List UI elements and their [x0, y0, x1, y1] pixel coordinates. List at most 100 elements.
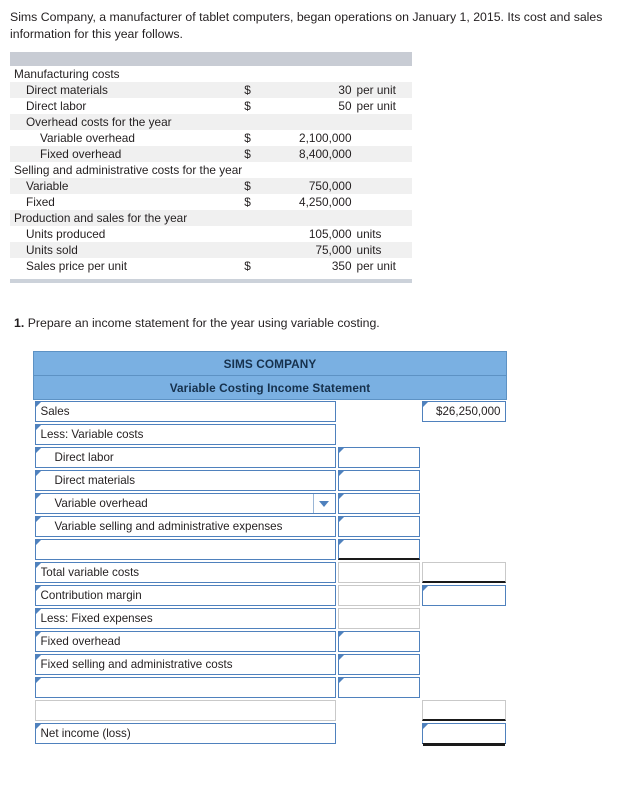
account-label-input[interactable]: Variable selling and administrative expe… [34, 516, 336, 537]
account-label-input[interactable]: Less: Fixed expenses [34, 608, 336, 629]
account-label-input[interactable]: Fixed overhead [34, 631, 336, 652]
worksheet-total-cell [421, 653, 507, 676]
worksheet-label-cell: Direct materials [34, 469, 337, 492]
given-row-amount [263, 210, 352, 226]
given-data-row: Units sold 75,000 units [10, 242, 412, 258]
amount-input[interactable] [337, 447, 420, 468]
amount-input[interactable] [337, 470, 420, 491]
given-data-row: Variable overhead $2,100,000 [10, 130, 412, 146]
account-label-text: Contribution margin [40, 589, 142, 602]
worksheet-row: Less: Fixed expenses [34, 607, 507, 630]
worksheet-amount-cell [337, 469, 421, 492]
worksheet-total-cell [421, 630, 507, 653]
amount-text [344, 448, 415, 467]
amount-text [344, 517, 415, 536]
account-label-input[interactable] [34, 539, 336, 560]
account-label-input[interactable] [34, 677, 336, 698]
worksheet-total-cell [421, 515, 507, 538]
given-row-suffix: per unit [351, 82, 412, 98]
worksheet-label-cell [34, 538, 337, 561]
given-row-amount: 350 [331, 259, 352, 273]
account-label-input[interactable]: Variable overhead [34, 493, 336, 514]
given-row-suffix [352, 66, 412, 82]
given-row-suffix: units [356, 227, 382, 241]
amount-text [344, 494, 415, 513]
account-label-text: Net income (loss) [40, 727, 131, 740]
account-label-text [41, 540, 331, 559]
given-row-amount [263, 114, 352, 130]
total-text: $26,250,000 [436, 405, 501, 418]
worksheet-total-cell [421, 607, 507, 630]
given-row-amount: 8,400,000 [263, 146, 352, 162]
worksheet-amount-cell [337, 492, 421, 515]
given-row-suffix: per unit [356, 259, 396, 273]
account-label-input[interactable]: Contribution margin [34, 585, 336, 606]
amount-readonly-cell [337, 585, 420, 606]
chevron-down-icon[interactable] [312, 494, 335, 513]
amount-input[interactable] [337, 631, 420, 652]
given-row-suffix: per unit [356, 99, 396, 113]
given-table-header-band [10, 52, 412, 66]
worksheet-label-cell: Variable selling and administrative expe… [34, 515, 337, 538]
given-data-row: Production and sales for the year [10, 210, 412, 226]
worksheet-row [34, 538, 507, 561]
account-label-input[interactable]: Total variable costs [34, 562, 336, 583]
given-data-row: Overhead costs for the year [10, 114, 412, 130]
account-label-text: Fixed overhead [40, 635, 121, 648]
given-row-currency [242, 210, 263, 226]
given-data-row: Sales price per unit $350 per unit [10, 258, 412, 274]
given-row-suffix [351, 146, 412, 162]
worksheet-total-cell [421, 699, 507, 722]
account-label-text: Direct materials [54, 474, 136, 487]
total-input[interactable]: $26,250,000 [421, 401, 506, 422]
account-label-text: Variable selling and administrative expe… [54, 520, 283, 533]
total-input[interactable] [421, 585, 506, 606]
worksheet-label-cell: Total variable costs [34, 561, 337, 584]
amount-input[interactable] [337, 654, 420, 675]
income-statement-worksheet: SIMS COMPANY Variable Costing Income Sta… [33, 351, 507, 745]
given-data-table: Manufacturing costs Direct materials $30 pe… [10, 52, 412, 284]
worksheet-amount-cell [337, 515, 421, 538]
worksheet-amount-cell [337, 538, 421, 561]
total-readonly-cell [421, 562, 506, 583]
amount-input[interactable] [337, 516, 420, 537]
account-label-input[interactable]: Direct materials [34, 470, 336, 491]
account-label-input[interactable]: Sales [34, 401, 336, 422]
worksheet-total-cell [421, 469, 507, 492]
given-row-currency: $ [244, 99, 251, 113]
account-label-input[interactable]: Net income (loss) [34, 723, 336, 744]
account-label-input[interactable]: Less: Variable costs [34, 424, 336, 445]
given-row-label: Overhead costs for the year [10, 114, 243, 130]
worksheet-label-cell: Variable overhead [34, 492, 337, 515]
worksheet-row: Net income (loss) [34, 722, 507, 745]
total-input[interactable] [421, 723, 506, 744]
given-data-row: Selling and administrative costs for the… [10, 162, 412, 178]
account-label-input[interactable]: Fixed selling and administrative costs [34, 654, 336, 675]
given-row-amount: 4,250,000 [299, 195, 352, 209]
given-row-suffix [351, 178, 412, 194]
account-label-input[interactable]: Direct labor [34, 447, 336, 468]
worksheet-row: Direct labor [34, 446, 507, 469]
worksheet-total-cell [421, 423, 507, 446]
given-row-currency [242, 114, 263, 130]
given-table-footer-rule [10, 274, 412, 284]
amount-input[interactable] [337, 677, 420, 698]
amount-readonly-cell [337, 608, 420, 629]
worksheet-label-cell: Sales [34, 400, 337, 424]
amount-input[interactable] [337, 493, 420, 514]
account-label-text: Fixed selling and administrative costs [40, 658, 233, 671]
worksheet-spacer-cell [34, 700, 336, 721]
given-row-suffix [351, 114, 412, 130]
total-text [428, 586, 501, 605]
worksheet-row: Total variable costs [34, 561, 507, 584]
account-label-text: Total variable costs [40, 566, 140, 579]
worksheet-label-cell [34, 699, 337, 722]
given-data-row: Fixed $4,250,000 [10, 194, 412, 210]
worksheet-label-cell: Contribution margin [34, 584, 337, 607]
worksheet-amount-cell [337, 423, 421, 446]
amount-input[interactable] [337, 539, 420, 560]
given-row-suffix: units [351, 242, 412, 258]
given-row-amount: 2,100,000 [299, 131, 352, 145]
requirement-line: 1. Prepare an income statement for the y… [14, 316, 380, 330]
given-row-label: Sales price per unit [26, 259, 127, 273]
